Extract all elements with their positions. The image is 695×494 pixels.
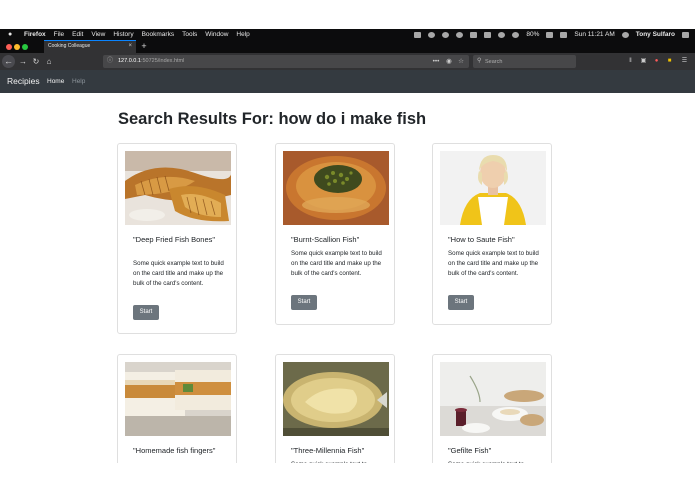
spotlight-search-icon[interactable] xyxy=(621,31,629,38)
apple-icon[interactable]: ● xyxy=(8,31,16,38)
card-title: "Gefilte Fish" xyxy=(448,446,492,455)
site-info-icon[interactable]: ⓘ xyxy=(107,55,115,68)
menu-history[interactable]: History xyxy=(113,31,133,38)
browser-toolbar: ← → ↻ ⌂ ⓘ 127.0.0.1:50725/index.html •••… xyxy=(0,53,695,70)
recipe-card: "Gefilte Fish" Some quick example text t… xyxy=(432,354,552,474)
reload-button[interactable]: ↻ xyxy=(31,55,41,68)
menubar-user[interactable]: Tony Sulfaro xyxy=(636,31,675,38)
tab-cooking-colleague[interactable]: Cooking Colleague × xyxy=(44,40,136,53)
card-text: Some quick example text to build on the … xyxy=(133,260,224,287)
bluetooth-icon[interactable] xyxy=(484,31,492,38)
recipe-card: "Three-Millennia Fish" Some quick exampl… xyxy=(275,354,395,474)
home-button[interactable]: ⌂ xyxy=(44,55,54,68)
card-title: "Deep Fried Fish Bones" xyxy=(133,235,216,244)
url-text[interactable]: 127.0.0.1:50725/index.html xyxy=(118,55,184,68)
glasses-icon[interactable] xyxy=(428,31,436,38)
menu-app-firefox[interactable]: Firefox xyxy=(24,31,46,38)
printer-icon[interactable] xyxy=(414,31,422,38)
firefox-icon[interactable] xyxy=(442,31,450,38)
search-input[interactable] xyxy=(485,57,571,66)
site-brand[interactable]: Recipies xyxy=(7,70,40,93)
cloud-icon[interactable] xyxy=(456,31,464,38)
menubar-clock[interactable]: Sun 11:21 AM xyxy=(574,31,614,38)
page-title: Search Results For: how do i make fish xyxy=(118,110,427,128)
hamburger-menu-icon[interactable]: ☰ xyxy=(681,57,688,65)
volume-icon[interactable] xyxy=(560,31,568,38)
start-button[interactable]: Start xyxy=(133,305,159,320)
screenshot-frame: ● Firefox File Edit View History Bookmar… xyxy=(0,0,695,494)
mac-menubar: ● Firefox File Edit View History Bookmar… xyxy=(0,29,695,40)
card-title: "Burnt-Scallion Fish" xyxy=(291,235,360,244)
recipe-image-fish-fingers xyxy=(125,362,231,436)
url-path: :50725/index.html xyxy=(140,58,185,64)
tab-strip: Cooking Colleague × + xyxy=(0,40,695,53)
menu-edit[interactable]: Edit xyxy=(72,31,83,38)
recipe-card: "Burnt-Scallion Fish" Some quick example… xyxy=(275,143,395,325)
new-tab-button[interactable]: + xyxy=(140,40,148,53)
recipe-image-three-millennia-fish xyxy=(283,362,389,436)
card-text: Some quick example text to build on the … xyxy=(291,250,382,277)
bookmark-star-icon[interactable]: ☆ xyxy=(457,55,465,68)
menu-help[interactable]: Help xyxy=(236,31,249,38)
recipe-card: "Homemade fish fingers" xyxy=(117,354,237,474)
library-icon[interactable]: ‖ xyxy=(627,57,634,65)
menu-bookmarks[interactable]: Bookmarks xyxy=(142,31,175,38)
forward-button[interactable]: → xyxy=(18,55,28,68)
top-white-margin xyxy=(0,0,695,29)
battery-icon[interactable] xyxy=(546,31,554,38)
search-icon: ⚲ xyxy=(477,58,482,64)
recipe-image-burnt-scallion-fish xyxy=(283,151,389,225)
tab-title: Cooking Colleague xyxy=(48,43,91,49)
bottom-white-margin xyxy=(0,463,695,494)
recipe-image-deep-fried-fish xyxy=(125,151,231,225)
wifi-icon[interactable] xyxy=(512,31,520,38)
extension-yellow-icon[interactable]: ■ xyxy=(666,57,673,65)
url-host: 127.0.0.1 xyxy=(118,58,141,64)
pocket-icon[interactable]: ◉ xyxy=(445,55,453,68)
recipe-image-chef-portrait xyxy=(440,151,546,225)
window-minimize-button[interactable] xyxy=(14,44,20,50)
time-machine-icon[interactable] xyxy=(498,31,506,38)
recipe-image-gefilte-fish xyxy=(440,362,546,436)
menubar-status-area: 80% Sun 11:21 AM Tony Sulfaro xyxy=(414,29,689,40)
menu-view[interactable]: View xyxy=(91,31,105,38)
search-box[interactable]: ⚲ xyxy=(473,55,576,68)
window-zoom-button[interactable] xyxy=(22,44,28,50)
page-actions-icon[interactable]: ••• xyxy=(432,55,440,68)
menu-file[interactable]: File xyxy=(54,31,64,38)
menu-tools[interactable]: Tools xyxy=(182,31,197,38)
start-button[interactable]: Start xyxy=(291,295,317,310)
card-title: "Three-Millennia Fish" xyxy=(291,446,365,455)
battery-percent[interactable]: 80% xyxy=(526,31,539,38)
nav-help-link[interactable]: Help xyxy=(72,70,85,93)
card-title: "Homemade fish fingers" xyxy=(133,446,216,455)
address-bar[interactable]: ⓘ 127.0.0.1:50725/index.html ••• ◉ ☆ xyxy=(103,55,469,68)
display-icon[interactable] xyxy=(470,31,478,38)
tab-close-icon[interactable]: × xyxy=(128,41,132,52)
menu-list-icon[interactable] xyxy=(682,31,689,38)
sidebar-icon[interactable]: ▣ xyxy=(640,57,647,65)
window-close-button[interactable] xyxy=(6,44,12,50)
back-button[interactable]: ← xyxy=(2,55,15,68)
site-navbar: Recipies Home Help xyxy=(0,70,695,93)
card-text: Some quick example text to build on the … xyxy=(448,250,539,277)
recipe-card: "Deep Fried Fish Bones" Some quick examp… xyxy=(117,143,237,334)
menu-window[interactable]: Window xyxy=(205,31,228,38)
start-button[interactable]: Start xyxy=(448,295,474,310)
extension-red-icon[interactable]: ● xyxy=(653,57,660,65)
card-title: "How to Saute Fish" xyxy=(448,235,515,244)
nav-home-link[interactable]: Home xyxy=(47,70,64,93)
recipe-card: "How to Saute Fish" Some quick example t… xyxy=(432,143,552,325)
